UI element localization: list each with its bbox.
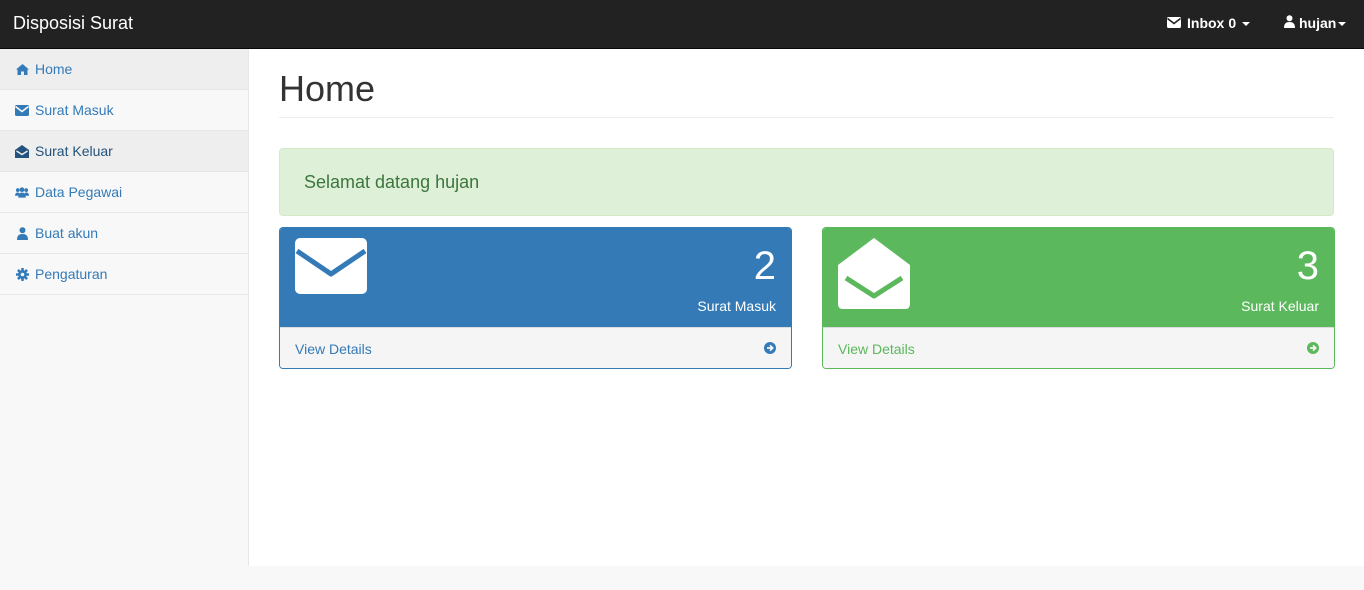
sidebar-item-label: Surat Masuk	[35, 102, 114, 118]
welcome-alert: Selamat datang hujan	[279, 148, 1334, 216]
panel-heading: 3 Surat Keluar	[823, 228, 1334, 327]
view-details-link[interactable]: View Details	[823, 327, 1334, 368]
envelope-open-icon	[15, 144, 29, 158]
sidebar-item-surat-keluar[interactable]: Surat Keluar	[0, 131, 248, 172]
view-details-label: View Details	[295, 340, 372, 357]
sidebar-item-label: Surat Keluar	[35, 143, 113, 159]
surat-keluar-panel: 3 Surat Keluar View Details	[822, 227, 1335, 369]
users-icon	[15, 185, 29, 199]
chevron-down-icon	[1242, 21, 1251, 26]
user-icon	[15, 226, 29, 240]
inbox-dropdown[interactable]: Inbox 0	[1167, 15, 1251, 31]
surat-masuk-label: Surat Masuk	[697, 298, 776, 314]
envelope-open-icon	[838, 238, 910, 313]
sidebar-item-label: Pengaturan	[35, 266, 108, 282]
user-label: hujan	[1299, 15, 1337, 31]
page-footer-strip	[0, 566, 1364, 590]
arrow-circle-right-icon	[1307, 341, 1319, 357]
envelope-icon	[295, 238, 367, 297]
sidebar-item-buat-akun[interactable]: Buat akun	[0, 213, 248, 254]
view-details-label: View Details	[838, 340, 915, 357]
surat-masuk-count: 2	[753, 244, 776, 288]
sidebar-item-label: Home	[35, 61, 73, 77]
main-content: Home Selamat datang hujan 2 Surat Masuk …	[249, 49, 1364, 566]
divider	[279, 117, 1334, 118]
inbox-label: Inbox	[1187, 15, 1225, 31]
chevron-down-icon	[1338, 21, 1347, 26]
sidebar-item-label: Buat akun	[35, 225, 99, 241]
surat-masuk-panel: 2 Surat Masuk View Details	[279, 227, 792, 369]
surat-keluar-count: 3	[1296, 244, 1319, 288]
sidebar-item-surat-masuk[interactable]: Surat Masuk	[0, 90, 248, 131]
user-dropdown[interactable]: hujan	[1284, 15, 1347, 31]
sidebar-item-pengaturan[interactable]: Pengaturan	[0, 254, 248, 295]
top-navbar: Disposisi Surat Inbox 0 hujan	[0, 0, 1364, 49]
envelope-icon	[1167, 15, 1181, 31]
home-icon	[15, 62, 29, 76]
sidebar-item-home[interactable]: Home	[0, 49, 248, 90]
inbox-count: 0	[1228, 15, 1237, 31]
page-title: Home	[279, 68, 376, 109]
panel-heading: 2 Surat Masuk	[280, 228, 791, 327]
brand-link[interactable]: Disposisi Surat	[13, 13, 133, 33]
arrow-circle-right-icon	[764, 341, 776, 357]
sidebar-item-data-pegawai[interactable]: Data Pegawai	[0, 172, 248, 213]
envelope-icon	[15, 103, 29, 117]
welcome-text: Selamat datang hujan	[304, 171, 480, 192]
gear-icon	[15, 267, 29, 281]
user-icon	[1284, 15, 1295, 31]
sidebar: Home Surat Masuk Surat Keluar Data Pegaw…	[0, 49, 249, 566]
view-details-link[interactable]: View Details	[280, 327, 791, 368]
sidebar-item-label: Data Pegawai	[35, 184, 123, 200]
surat-keluar-label: Surat Keluar	[1241, 298, 1319, 314]
